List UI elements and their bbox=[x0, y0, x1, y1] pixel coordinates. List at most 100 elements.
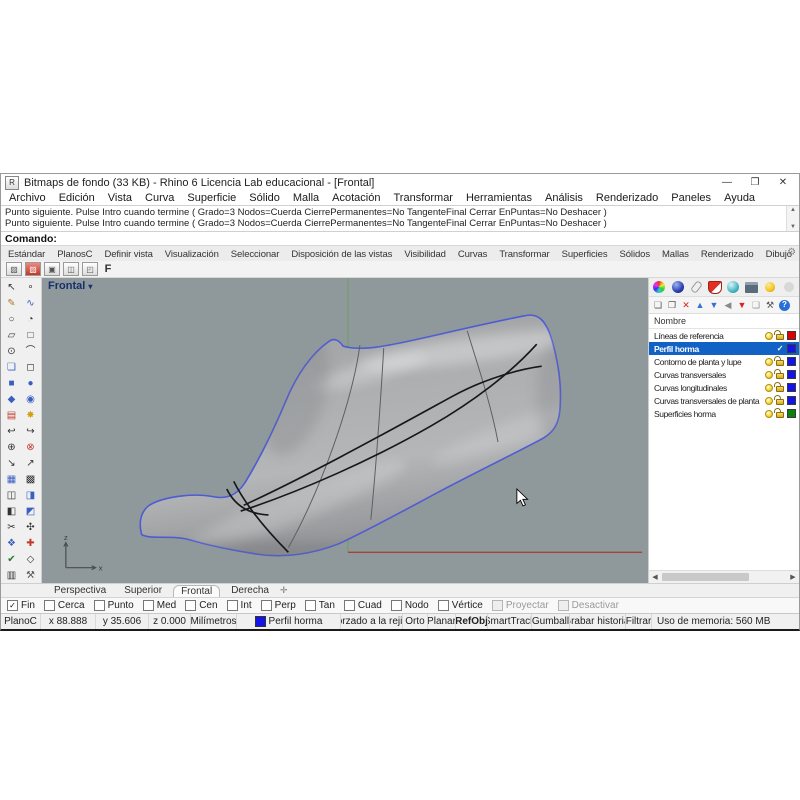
osnap-checkbox-cerca[interactable] bbox=[44, 600, 55, 611]
status-field-perfil-horma[interactable]: Perfil horma bbox=[237, 614, 341, 629]
box-tool-icon[interactable]: ■ bbox=[4, 377, 20, 391]
new-viewport-icon[interactable]: ✛ bbox=[280, 585, 288, 596]
hatch-tool-icon[interactable]: ▩ bbox=[23, 473, 39, 487]
notifications-panel-icon[interactable] bbox=[763, 280, 778, 294]
layer-color-swatch[interactable] bbox=[787, 357, 796, 366]
menu-item-ayuda[interactable]: Ayuda bbox=[724, 192, 755, 204]
boolean-union-icon[interactable]: ⊕ bbox=[4, 441, 20, 455]
osnap-proyectar[interactable]: Proyectar bbox=[492, 600, 549, 611]
layer-row-curvas-transversales-de-planta[interactable]: Curvas transversales de planta bbox=[649, 394, 799, 407]
undo-tool-icon[interactable]: ↩ bbox=[4, 425, 20, 439]
menu-item-analisis[interactable]: Análisis bbox=[545, 192, 583, 204]
osnap-punto[interactable]: Punto bbox=[94, 600, 134, 611]
status-field-orto[interactable]: Orto bbox=[403, 614, 428, 629]
control-point-curve-icon[interactable]: ✎ bbox=[4, 297, 20, 311]
layer-row-lineas-de-referencia[interactable]: Líneas de referencia bbox=[649, 329, 799, 342]
align-bitmap-icon[interactable]: ◫ bbox=[63, 262, 79, 276]
osnap-vertice[interactable]: Vértice bbox=[438, 600, 483, 611]
layer-color-swatch[interactable] bbox=[787, 344, 796, 353]
explode-tool-icon[interactable]: ✸ bbox=[23, 409, 39, 423]
menu-item-transformar[interactable]: Transformar bbox=[393, 192, 453, 204]
mirror-tool-icon[interactable]: ◫ bbox=[4, 489, 20, 503]
osnap-cerca[interactable]: Cerca bbox=[44, 600, 85, 611]
layer-color-swatch[interactable] bbox=[787, 396, 796, 405]
surface-tool-icon[interactable]: ❏ bbox=[4, 361, 20, 375]
osnap-cuad[interactable]: Cuad bbox=[344, 600, 382, 611]
shear-tool-icon[interactable]: ◩ bbox=[23, 505, 39, 519]
layer-row-curvas-transversales[interactable]: Curvas transversales bbox=[649, 368, 799, 381]
layer-visibility-icon[interactable] bbox=[765, 332, 773, 340]
menu-item-renderizado[interactable]: Renderizado bbox=[596, 192, 658, 204]
scroll-left-icon[interactable]: ◀ bbox=[649, 573, 661, 581]
osnap-desactivar[interactable]: Desactivar bbox=[558, 600, 619, 611]
osnap-checkbox-med[interactable] bbox=[143, 600, 154, 611]
viewport-tab-perspectiva[interactable]: Perspectiva bbox=[47, 585, 113, 596]
layer-lock-icon[interactable] bbox=[776, 399, 784, 405]
osnap-int[interactable]: Int bbox=[227, 600, 252, 611]
layer-color-swatch[interactable] bbox=[787, 409, 796, 418]
place-bitmap-icon[interactable]: ▨ bbox=[6, 262, 22, 276]
status-field-gumball[interactable]: Gumball bbox=[532, 614, 570, 629]
command-prompt[interactable]: Comando: bbox=[1, 232, 799, 245]
render-panel-icon[interactable] bbox=[745, 280, 760, 294]
layer-row-perfil-horma[interactable]: Perfil horma✓ bbox=[649, 342, 799, 355]
minimize-button[interactable]: — bbox=[715, 177, 739, 188]
extrude-tool-icon[interactable]: ▤ bbox=[4, 409, 20, 423]
status-field-milimetros[interactable]: Milímetros bbox=[191, 614, 237, 629]
osnap-checkbox-int[interactable] bbox=[227, 600, 238, 611]
loft-surface-icon[interactable]: ◻ bbox=[23, 361, 39, 375]
osnap-checkbox-tan[interactable] bbox=[305, 600, 316, 611]
pipe-tool-icon[interactable]: ◉ bbox=[23, 393, 39, 407]
array-tool-icon[interactable]: ▦ bbox=[4, 473, 20, 487]
rectangle-tool-icon[interactable]: □ bbox=[23, 329, 39, 343]
layer-row-contorno-de-planta-y-lupe[interactable]: Contorno de planta y lupe bbox=[649, 355, 799, 368]
rotate-tool-icon[interactable]: ◨ bbox=[23, 489, 39, 503]
copy-tool-icon[interactable]: ↗ bbox=[23, 457, 39, 471]
join-tool-icon[interactable]: ❖ bbox=[4, 537, 20, 551]
tools-hammer-icon[interactable]: ⚒ bbox=[23, 569, 39, 583]
torus-tool-icon[interactable]: ◆ bbox=[4, 393, 20, 407]
menu-item-herramientas[interactable]: Herramientas bbox=[466, 192, 532, 204]
trim-tool-icon[interactable]: ✂ bbox=[4, 521, 20, 535]
layer-lock-icon[interactable] bbox=[776, 386, 784, 392]
boolean-difference-icon[interactable]: ⊗ bbox=[23, 441, 39, 455]
panel-horizontal-scrollbar[interactable]: ◀ ▶ bbox=[649, 570, 799, 583]
menu-item-paneles[interactable]: Paneles bbox=[671, 192, 711, 204]
split-tool-icon[interactable]: ✣ bbox=[23, 521, 39, 535]
properties-panel-icon[interactable] bbox=[671, 280, 686, 294]
scroll-up-icon[interactable]: ▲ bbox=[790, 207, 796, 213]
layer-lock-icon[interactable] bbox=[776, 334, 784, 340]
osnap-checkbox-nodo[interactable] bbox=[391, 600, 402, 611]
osnap-checkbox-desactivar[interactable] bbox=[558, 600, 569, 611]
osnap-fin[interactable]: ✓Fin bbox=[7, 600, 35, 611]
scale-bitmap-icon[interactable]: ◰ bbox=[82, 262, 98, 276]
viewport-tab-derecha[interactable]: Derecha bbox=[224, 585, 276, 596]
menu-item-archivo[interactable]: Archivo bbox=[9, 192, 46, 204]
interpolate-curve-icon[interactable]: ∿ bbox=[23, 297, 39, 311]
osnap-med[interactable]: Med bbox=[143, 600, 176, 611]
osnap-checkbox-cen[interactable] bbox=[185, 600, 196, 611]
collapse-layers-icon[interactable]: ◀ bbox=[723, 301, 733, 310]
layer-visibility-icon[interactable] bbox=[765, 384, 773, 392]
osnap-checkbox-fin[interactable]: ✓ bbox=[7, 600, 18, 611]
scale-tool-icon[interactable]: ◧ bbox=[4, 505, 20, 519]
status-field-z-0-000[interactable]: z 0.000 bbox=[149, 614, 191, 629]
toolbar-tab-planosc[interactable]: PlanosC bbox=[54, 248, 95, 261]
notes-panel-icon[interactable] bbox=[689, 280, 704, 294]
status-field-smarttrack[interactable]: SmartTrack bbox=[488, 614, 532, 629]
osnap-checkbox-vertice[interactable] bbox=[438, 600, 449, 611]
status-field-filtrar[interactable]: Filtrar bbox=[626, 614, 652, 629]
layer-color-swatch[interactable] bbox=[787, 370, 796, 379]
more-panels-icon[interactable] bbox=[782, 280, 797, 294]
osnap-perp[interactable]: Perp bbox=[261, 600, 296, 611]
toolbar-tab-definir-vista[interactable]: Definir vista bbox=[101, 248, 155, 261]
scroll-down-icon[interactable]: ▼ bbox=[790, 224, 796, 230]
toolbar-tab-visibilidad[interactable]: Visibilidad bbox=[401, 248, 449, 261]
status-field-planar[interactable]: Planar bbox=[428, 614, 456, 629]
close-button[interactable]: ✕ bbox=[771, 177, 795, 188]
move-tool-icon[interactable]: ↘ bbox=[4, 457, 20, 471]
polyline-tool-icon[interactable]: ▱ bbox=[4, 329, 20, 343]
fillet-tool-icon[interactable]: ✚ bbox=[23, 537, 39, 551]
viewport-tab-superior[interactable]: Superior bbox=[117, 585, 169, 596]
move-layer-down-icon[interactable]: ▼ bbox=[709, 301, 719, 310]
